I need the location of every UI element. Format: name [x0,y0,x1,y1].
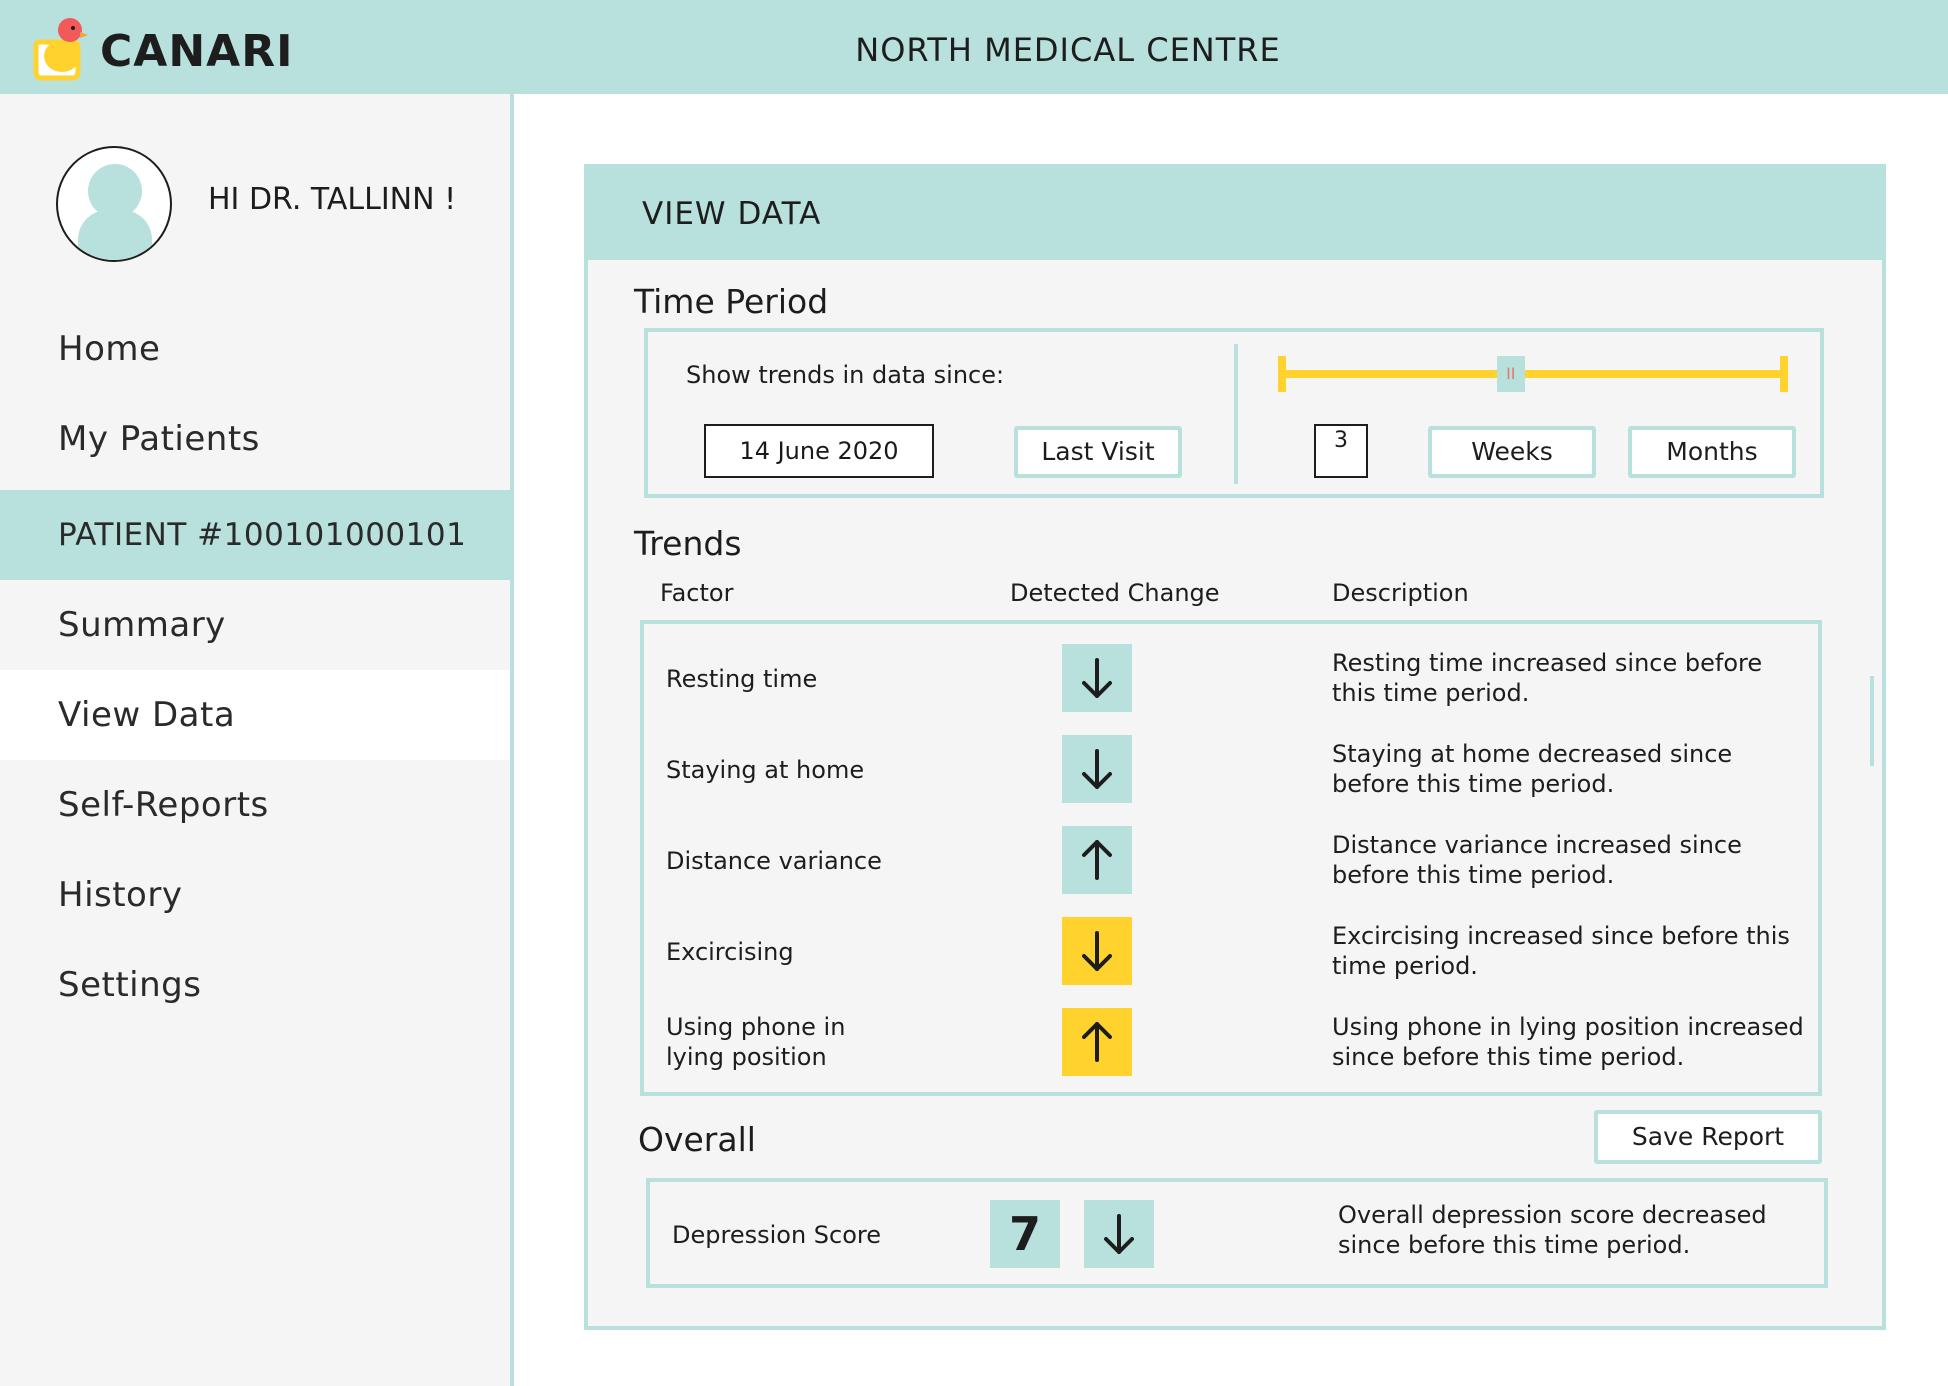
up-arrow-icon [1062,1008,1132,1076]
scrollbar[interactable] [1870,676,1874,766]
save-report-button[interactable]: Save Report [1594,1110,1822,1164]
up-arrow-icon [1062,826,1132,894]
sidebar-item-summary[interactable]: Summary [0,580,510,670]
time-period-box: Show trends in data since: 14 June 2020 … [644,328,1824,498]
factor-label: Staying at home [666,756,865,784]
time-period-heading: Time Period [634,282,829,321]
table-row: Resting time Resting time increased sinc… [644,644,1818,714]
panel-title: VIEW DATA [642,196,822,232]
factor-label: Resting time [666,665,818,693]
overall-description: Overall depression score decreased since… [1338,1201,1767,1259]
table-row: Staying at home Staying at home decrease… [644,735,1818,805]
change-description: Resting time increased since before this… [1332,649,1763,707]
down-arrow-icon [1062,917,1132,985]
sidebar-item-patient-id[interactable]: PATIENT #100101000101 [0,490,510,580]
sidebar-item-settings[interactable]: Settings [0,940,510,1030]
factor-label: Using phone in lying position [666,1013,846,1071]
user-avatar-icon[interactable] [56,146,172,262]
avatar-body-shape [78,210,152,260]
depression-score-value: 7 [990,1200,1060,1268]
change-column-header: Detected Change [1010,579,1220,607]
sidebar-item-home[interactable]: Home [0,304,510,394]
trends-heading: Trends [634,524,742,563]
change-description: Excircising increased since before this … [1332,922,1790,980]
factor-column-header: Factor [660,579,734,607]
table-row: Excircising Excircising increased since … [644,917,1818,987]
vertical-divider [1234,344,1238,484]
top-header: CANARI NORTH MEDICAL CENTRE [0,0,1948,94]
slider-start-cap [1278,356,1286,392]
date-field[interactable]: 14 June 2020 [704,424,934,478]
down-arrow-icon [1084,1200,1154,1268]
last-visit-button[interactable]: Last Visit [1014,426,1182,478]
sidebar-item-history[interactable]: History [0,850,510,940]
down-arrow-icon [1062,644,1132,712]
sidebar: HI DR. TALLINN ! Home My Patients PATIEN… [0,94,514,1386]
overall-heading: Overall [638,1120,756,1159]
factor-label: Excircising [666,938,794,966]
sidebar-item-view-data[interactable]: View Data [0,670,510,760]
depression-score-label: Depression Score [672,1221,882,1249]
period-count-field[interactable]: 3 [1314,424,1368,478]
overall-score-box: Depression Score 7 Overall depression sc… [646,1178,1828,1288]
panel-header: VIEW DATA [588,168,1882,260]
change-description: Distance variance increased since before… [1332,831,1742,889]
months-button[interactable]: Months [1628,426,1796,478]
sidebar-item-my-patients[interactable]: My Patients [0,394,510,484]
time-slider-track[interactable] [1284,370,1788,378]
change-description: Using phone in lying position increased … [1332,1013,1804,1071]
description-column-header: Description [1332,579,1469,607]
table-row: Using phone in lying position Using phon… [644,1008,1818,1078]
factor-label: Distance variance [666,847,882,875]
slider-end-cap [1780,356,1788,392]
trends-table: Resting time Resting time increased sinc… [640,620,1874,1096]
table-row: Distance variance Distance variance incr… [644,826,1818,896]
weeks-button[interactable]: Weeks [1428,426,1596,478]
trend-since-prompt: Show trends in data since: [686,361,1005,389]
view-data-panel: VIEW DATA Time Period Show trends in dat… [584,164,1886,1330]
change-description: Staying at home decreased since before t… [1332,740,1733,798]
time-slider-thumb[interactable]: II [1496,356,1525,392]
greeting-text: HI DR. TALLINN ! [208,182,457,217]
clinic-name: NORTH MEDICAL CENTRE [855,31,1281,69]
down-arrow-icon [1062,735,1132,803]
sidebar-item-self-reports[interactable]: Self-Reports [0,760,510,850]
